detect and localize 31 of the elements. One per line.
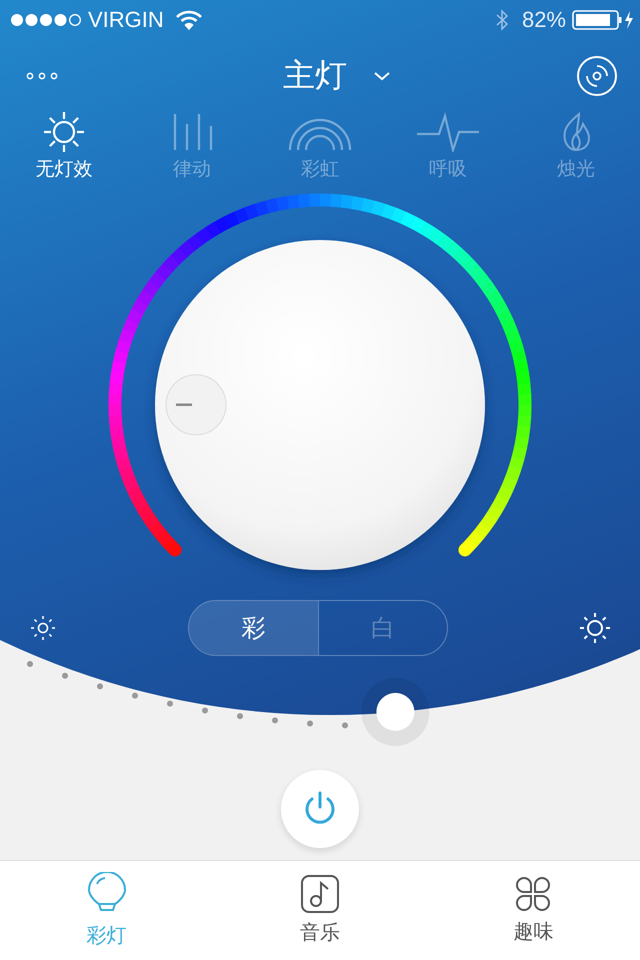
window-title: 主灯 xyxy=(283,55,347,96)
light-selector[interactable]: 主灯 xyxy=(283,54,391,98)
battery-percentage: 82% xyxy=(522,7,566,33)
more-icon xyxy=(26,72,58,80)
slider-thumb[interactable] xyxy=(361,678,430,746)
music-note-icon xyxy=(300,875,339,913)
nav-tab[interactable]: 趣味 xyxy=(453,861,614,960)
disc-icon xyxy=(576,55,618,97)
effect-tab[interactable]: 律动 xyxy=(132,112,252,190)
effect-tab[interactable]: 彩虹 xyxy=(260,112,380,190)
pulse-icon xyxy=(415,112,481,152)
four-petal-icon xyxy=(515,876,552,912)
signal-icon xyxy=(10,13,82,27)
more-button[interactable] xyxy=(26,72,58,80)
effect-tab[interactable]: 呼吸 xyxy=(388,112,508,190)
disc-button[interactable] xyxy=(576,55,618,97)
bright-sun-icon xyxy=(578,611,612,645)
mode-segment[interactable]: 彩 xyxy=(189,601,318,655)
battery-icon xyxy=(572,9,634,31)
wifi-icon xyxy=(176,10,202,30)
chevron-down-icon xyxy=(373,71,391,81)
mode-segment[interactable]: 白 xyxy=(318,601,447,655)
carrier-name: VIRGIN xyxy=(88,7,164,33)
nav-tab[interactable]: 彩灯 xyxy=(26,861,187,960)
color-wheel-arc[interactable] xyxy=(108,194,532,556)
color-knob[interactable] xyxy=(155,240,485,570)
dim-sun-icon xyxy=(28,613,58,643)
effect-tab[interactable]: 烛光 xyxy=(516,112,636,190)
nav-tab[interactable]: 音乐 xyxy=(240,861,400,960)
effect-tab[interactable]: 无灯效 xyxy=(4,112,124,190)
bluetooth-icon xyxy=(496,9,508,31)
